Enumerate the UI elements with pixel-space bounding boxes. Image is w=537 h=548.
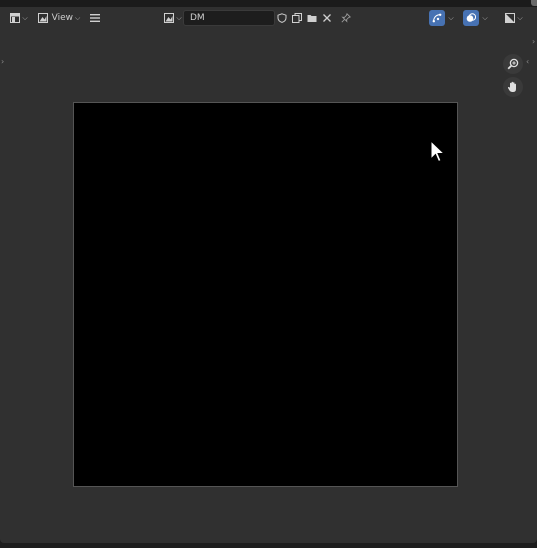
hamburger-menu-icon [90, 14, 100, 22]
header-menu-button[interactable] [87, 10, 103, 26]
chevron-down-icon: ⌵ [482, 13, 488, 22]
mouse-cursor-icon [430, 140, 446, 163]
status-bar [0, 543, 537, 548]
display-channels-selector[interactable]: ⌵ [503, 10, 525, 26]
chevron-down-icon: ⌵ [176, 13, 182, 22]
sidebar-expand-arrow-top[interactable]: › [532, 37, 535, 46]
gizmo-icon [432, 13, 442, 23]
image-view-icon [37, 13, 48, 23]
image-editor-icon [10, 13, 21, 23]
sidebar-expand-arrow[interactable]: ‹ [526, 57, 529, 66]
view-menu-label: View [51, 13, 74, 23]
view-menu[interactable]: View ⌵ [34, 10, 84, 26]
folder-icon [307, 15, 317, 22]
fake-user-button[interactable] [275, 10, 289, 26]
toolbar-expand-arrow[interactable]: › [1, 57, 4, 66]
gizmo-toggle[interactable] [429, 10, 445, 26]
editor-header: ⌵ View ⌵ ⌵ DM ⌵ ⌵ ⌵ [0, 7, 537, 29]
display-channels-icon [505, 13, 516, 23]
duplicate-icon [292, 13, 302, 23]
pin-button[interactable] [339, 10, 353, 26]
pan-tool-button[interactable] [503, 77, 523, 97]
chevron-down-icon: ⌵ [22, 13, 28, 22]
image-browse-icon [164, 13, 175, 23]
hand-icon [507, 81, 516, 92]
gizmo-dropdown[interactable]: ⌵ [445, 10, 457, 26]
image-browse-button[interactable]: ⌵ [162, 10, 184, 26]
image-editor-area: ⌵ View ⌵ ⌵ DM ⌵ ⌵ ⌵ › › ‹ [0, 7, 537, 543]
open-image-button[interactable] [305, 10, 319, 26]
close-icon [323, 14, 331, 22]
chevron-down-icon: ⌵ [448, 13, 454, 22]
image-canvas[interactable] [73, 102, 458, 487]
overlay-dropdown[interactable]: ⌵ [479, 10, 491, 26]
area-corner-handle[interactable] [531, 0, 537, 6]
overlay-toggle[interactable] [463, 10, 479, 26]
editor-type-selector[interactable]: ⌵ [8, 10, 30, 26]
image-name-text: DM [190, 13, 205, 23]
chevron-down-icon: ⌵ [517, 13, 523, 22]
zoom-tool-button[interactable] [503, 54, 523, 74]
zoom-icon [507, 58, 519, 70]
pin-icon [341, 13, 351, 23]
new-image-button[interactable] [290, 10, 304, 26]
shield-icon [277, 13, 287, 23]
unlink-image-button[interactable] [320, 10, 334, 26]
image-name-field[interactable]: DM [183, 10, 275, 26]
overlay-icon [466, 13, 476, 22]
chevron-down-icon: ⌵ [75, 13, 81, 22]
